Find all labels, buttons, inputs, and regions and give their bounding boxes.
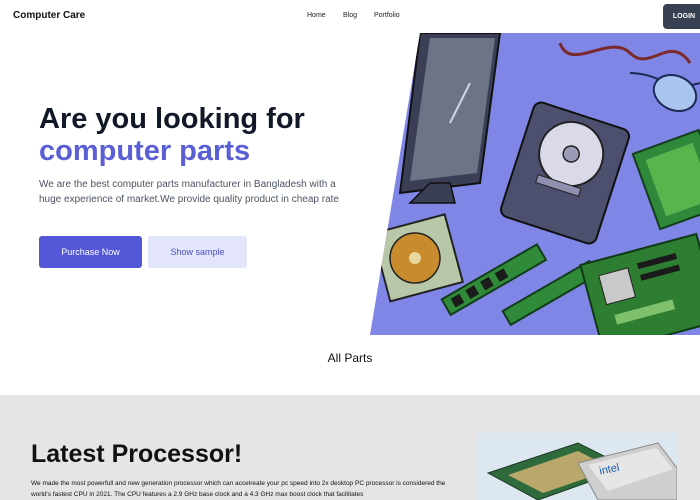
brand-logo[interactable]: Computer Care	[13, 10, 85, 21]
nav-home-link[interactable]: Home	[307, 12, 326, 19]
hero-title-highlight: computer parts	[39, 135, 251, 167]
computer-parts-illustration	[370, 33, 700, 335]
top-navbar: Computer Care Home Blog Portfolio LOGIN	[0, 0, 700, 33]
purchase-now-button[interactable]: Purchase Now	[39, 236, 142, 268]
show-sample-button[interactable]: Show sample	[148, 236, 247, 268]
processor-image: intel	[478, 433, 677, 500]
all-parts-heading: All Parts	[327, 351, 373, 365]
processor-description: We made the most powerfull and new gener…	[31, 480, 446, 498]
hero-section: Are you looking for computer parts We ar…	[0, 33, 700, 335]
processor-title: Latest Processor!	[31, 440, 243, 468]
hero-description: We are the best computer parts manufactu…	[39, 179, 339, 205]
nav-portfolio-link[interactable]: Portfolio	[374, 12, 400, 19]
login-button[interactable]: LOGIN	[663, 4, 700, 29]
latest-processor-section: Latest Processor! We made the most power…	[0, 395, 700, 500]
hero-title: Are you looking for	[39, 103, 305, 135]
nav-blog-link[interactable]: Blog	[343, 12, 357, 19]
